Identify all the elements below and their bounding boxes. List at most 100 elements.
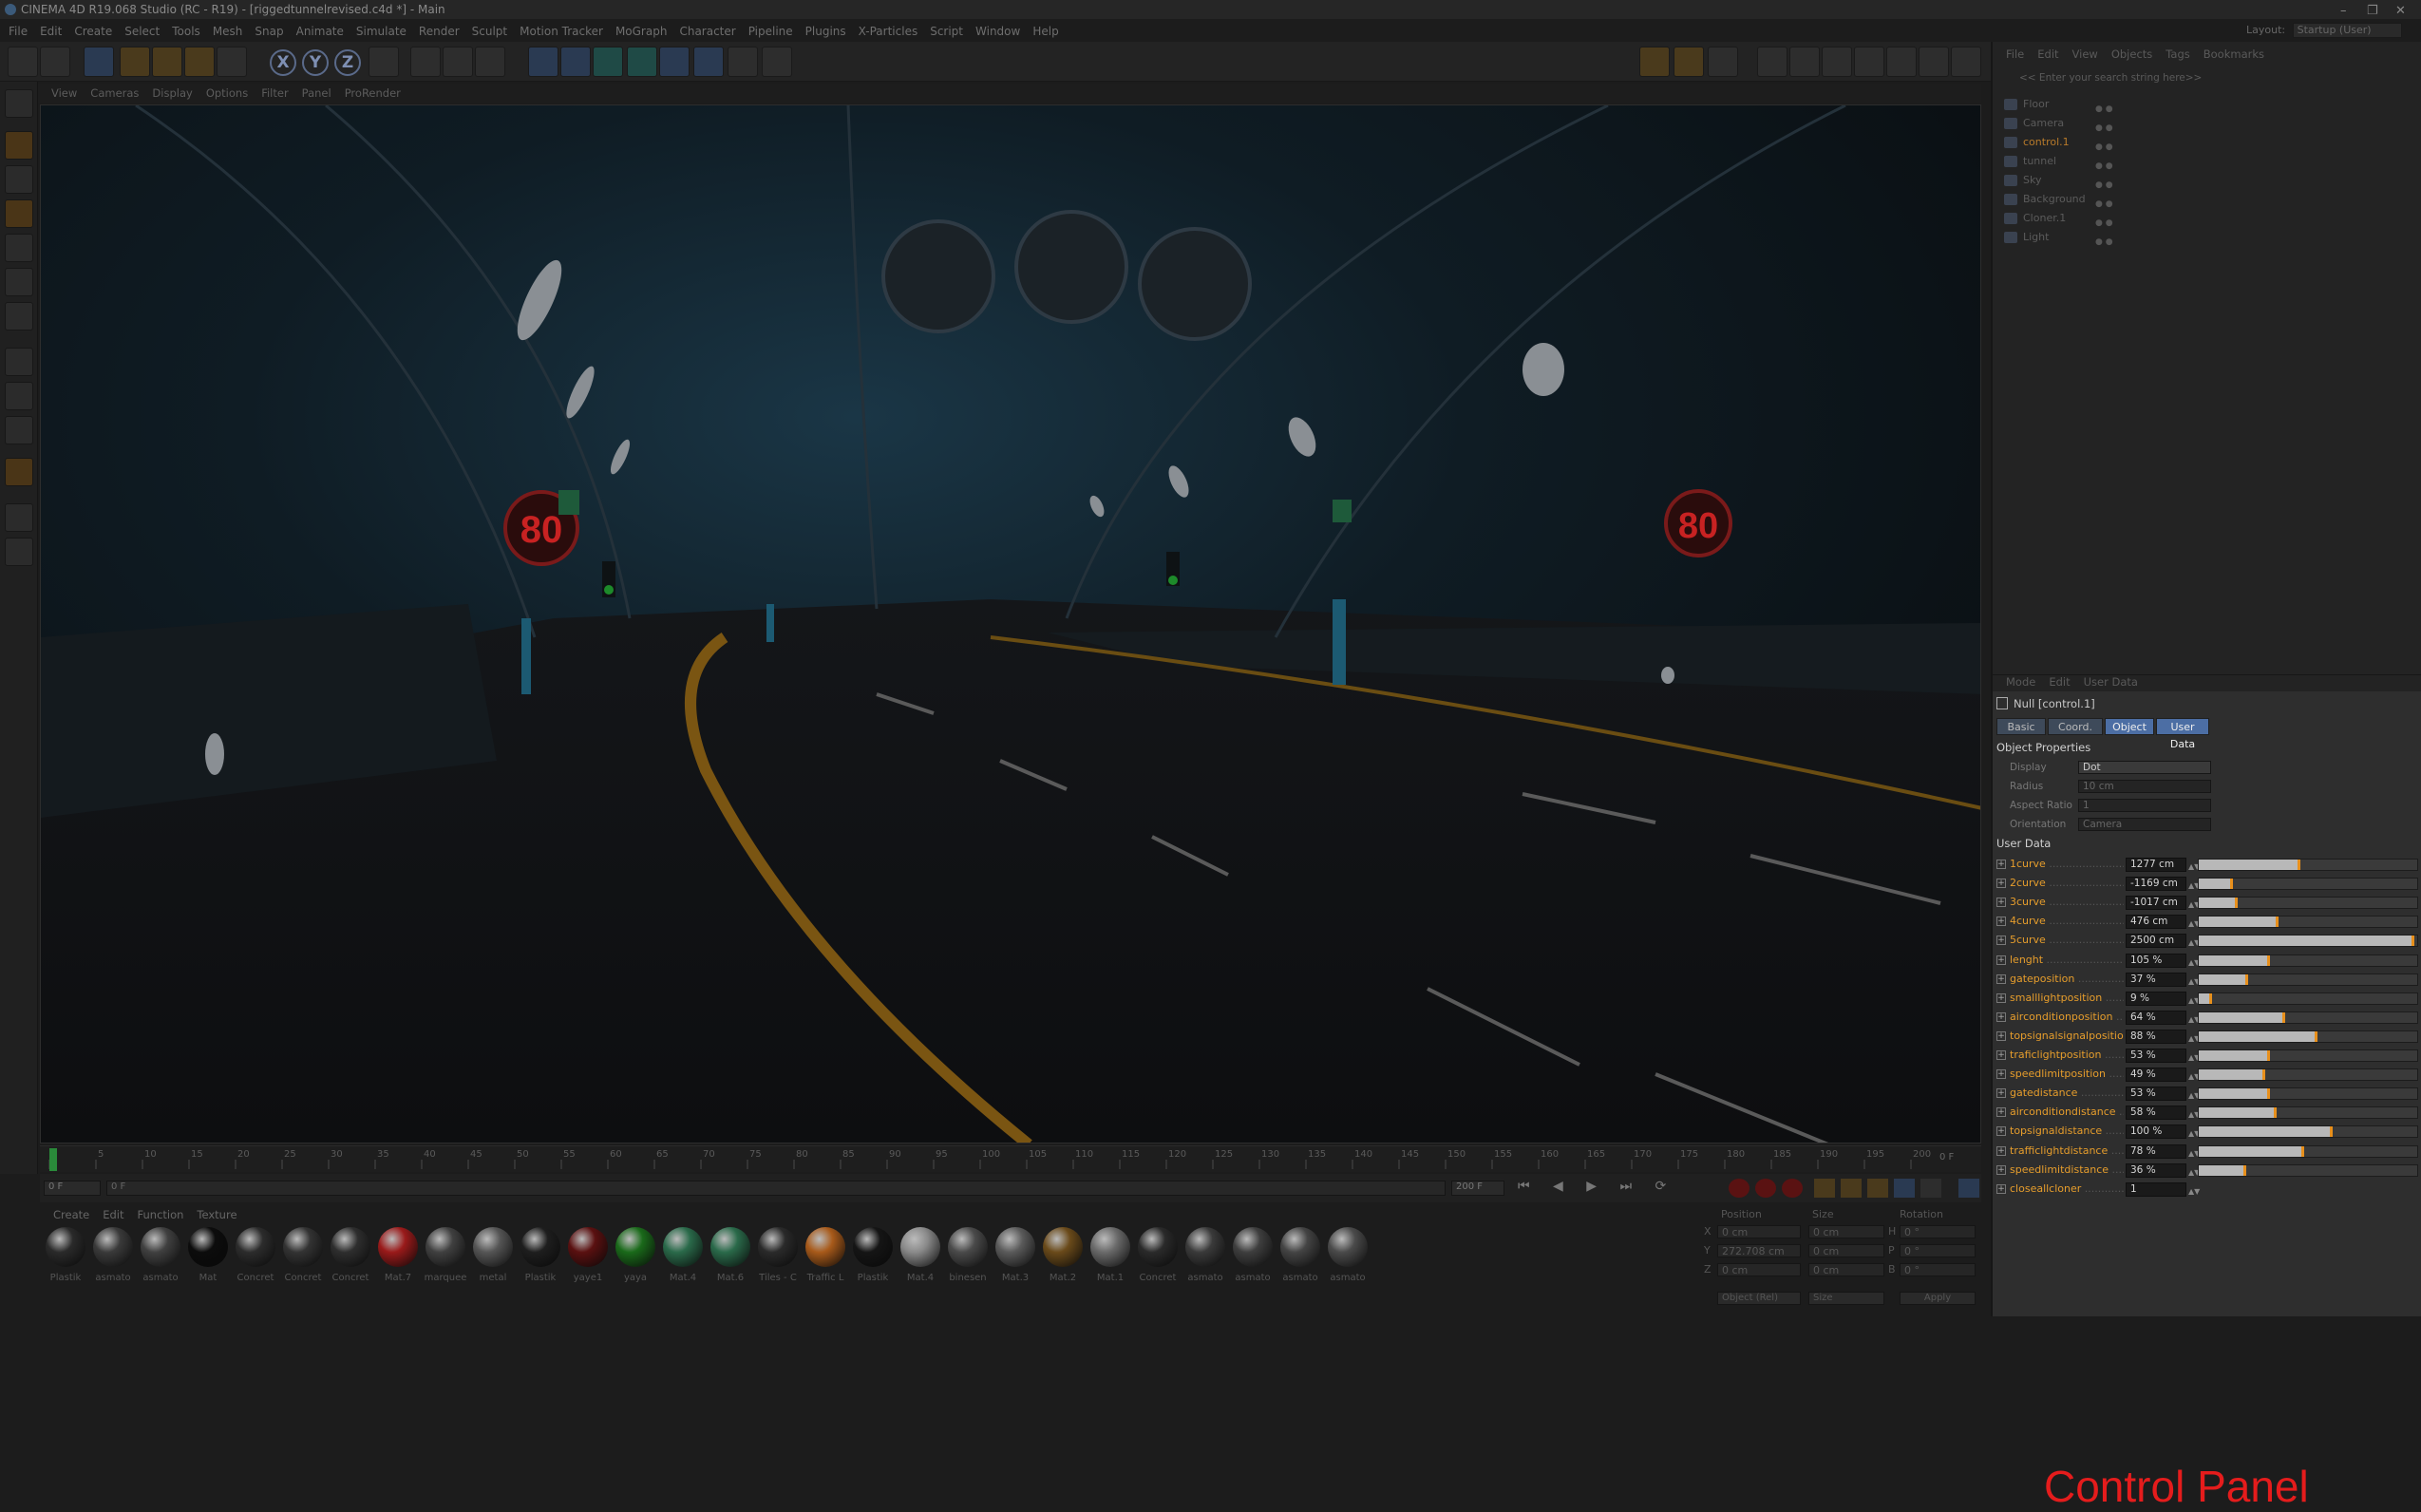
object-row[interactable]: Camera ● ● [1993,114,2421,133]
polygons-side-icon[interactable] [5,302,33,331]
spinner-arrows-icon[interactable]: ▲▼ [2188,1182,2200,1201]
user-data-slider[interactable] [2198,1125,2418,1139]
user-data-value-field[interactable]: 49 % [2126,1068,2186,1083]
user-data-value-field[interactable]: 37 % [2126,972,2186,987]
timeline-ruler[interactable]: 0510152025303540455055606570758085909510… [40,1145,1981,1172]
close-icon[interactable]: ✕ [2395,2,2406,21]
perspective-viewport[interactable]: 80 80 [40,104,1981,1143]
model-mode-icon[interactable] [5,131,33,160]
material-swatch[interactable]: metal [471,1227,515,1290]
user-data-value-field[interactable]: 100 % [2126,1125,2186,1140]
autokey-icon[interactable] [1755,1179,1776,1198]
deformer-icon[interactable] [659,47,690,77]
visibility-dots-icon[interactable]: ● ● [2095,157,2114,171]
user-data-slider[interactable] [2198,1011,2418,1024]
stack-side-icon[interactable] [5,538,33,566]
object-row[interactable]: Background ● ● [1993,190,2421,209]
cube-icon[interactable] [528,47,558,77]
tab-object[interactable]: Object [2105,718,2154,735]
user-data-slider[interactable] [2198,935,2418,948]
expand-icon[interactable]: + [1996,992,2006,1003]
visibility-dots-icon[interactable]: ● ● [2095,214,2114,228]
material-swatch[interactable]: yaye1 [566,1227,610,1290]
material-swatch[interactable]: Mat.2 [1041,1227,1085,1290]
menu-mesh[interactable]: Mesh [213,21,243,42]
user-data-slider[interactable] [2198,897,2418,910]
record-icon[interactable] [1729,1179,1750,1198]
menu-help[interactable]: Help [1032,21,1058,42]
user-data-value-field[interactable]: 9 % [2126,991,2186,1006]
expand-icon[interactable]: + [1996,1069,2006,1080]
expand-icon[interactable]: + [1996,936,2006,946]
expand-icon[interactable]: + [1996,1088,2006,1099]
tab-user-data[interactable]: User Data [2156,718,2209,750]
texture-mode-icon[interactable] [1674,47,1704,77]
visibility-dots-icon[interactable]: ● ● [2095,233,2114,247]
object-name[interactable]: Cloner.1 [2023,209,2066,228]
expand-icon[interactable]: + [1996,1183,2006,1194]
coord-rotation-field[interactable]: 0 ° [1900,1225,1976,1238]
property-value[interactable]: Camera [2078,818,2211,831]
user-data-slider[interactable] [2198,973,2418,986]
points-side-icon[interactable] [5,234,33,262]
coord-size-field[interactable]: 0 cm [1808,1225,1884,1238]
restore-icon[interactable]: ❐ [2367,2,2378,21]
user-data-value-field[interactable]: 78 % [2126,1143,2186,1159]
material-swatch[interactable]: asmato [1231,1227,1275,1290]
visibility-dots-icon[interactable]: ● ● [2095,138,2114,152]
material-swatch[interactable]: asmato [91,1227,135,1290]
visibility-dots-icon[interactable]: ● ● [2095,176,2114,190]
playhead[interactable] [49,1148,57,1171]
user-data-value-field[interactable]: -1169 cm [2126,877,2186,892]
material-swatch[interactable]: asmato [1278,1227,1322,1290]
z-axis-lock-icon[interactable]: Z [334,49,361,76]
property-value[interactable]: 1 [2078,799,2211,812]
material-swatch[interactable]: marquee [424,1227,467,1290]
attr-menu-user-data[interactable]: User Data [2084,675,2138,689]
menu-sculpt[interactable]: Sculpt [472,21,507,42]
viewport-menu-panel[interactable]: Panel [302,86,331,100]
viewport-menu-filter[interactable]: Filter [261,86,288,100]
live-selection-icon[interactable] [84,47,114,77]
object-row[interactable]: control.1 ● ● [1993,133,2421,152]
viewport-menu-display[interactable]: Display [152,86,192,100]
render-picture-viewer-icon[interactable] [443,47,473,77]
user-data-value-field[interactable]: 105 % [2126,953,2186,968]
user-data-value-field[interactable]: 476 cm [2126,915,2186,930]
undo-icon[interactable] [8,47,38,77]
material-swatch[interactable]: asmato [139,1227,182,1290]
user-data-slider[interactable] [2198,1163,2418,1177]
user-data-slider[interactable] [2198,916,2418,929]
material-swatch[interactable]: yaya [614,1227,657,1290]
texture-mode-side-icon[interactable] [5,165,33,194]
expand-icon[interactable]: + [1996,879,2006,889]
object-row[interactable]: Sky ● ● [1993,171,2421,190]
layer-side-icon[interactable] [5,503,33,532]
tab-coord-[interactable]: Coord. [2048,718,2103,735]
key-scale-icon[interactable] [1841,1179,1862,1198]
material-swatch[interactable]: Mat.3 [993,1227,1037,1290]
user-data-slider[interactable] [2198,1030,2418,1043]
apply-button[interactable]: Apply [1900,1292,1976,1305]
move-icon[interactable] [120,47,150,77]
subdivision-surface-icon[interactable] [593,47,623,77]
end-frame-field[interactable]: 200 F [1451,1181,1504,1196]
coord-size-select[interactable]: Size [1808,1292,1884,1305]
menu-render[interactable]: Render [419,21,460,42]
object-name[interactable]: Background [2023,190,2086,209]
menu-select[interactable]: Select [124,21,160,42]
modelling-mode-icon[interactable] [1639,47,1670,77]
material-menu-edit[interactable]: Edit [103,1208,123,1221]
material-swatch[interactable]: binesen [946,1227,990,1290]
camera-icon[interactable] [728,47,758,77]
menu-plugins[interactable]: Plugins [805,21,846,42]
object-menu-tags[interactable]: Tags [2166,47,2189,61]
object-row[interactable]: Light ● ● [1993,228,2421,247]
coord-position-field[interactable]: 272.708 cm [1717,1244,1801,1257]
expand-icon[interactable]: + [1996,1164,2006,1175]
coord-position-field[interactable]: 0 cm [1717,1225,1801,1238]
material-swatch[interactable]: Plastik [519,1227,562,1290]
material-swatch[interactable]: Concret [234,1227,277,1290]
object-name[interactable]: Camera [2023,114,2064,133]
scale-icon[interactable] [152,47,182,77]
